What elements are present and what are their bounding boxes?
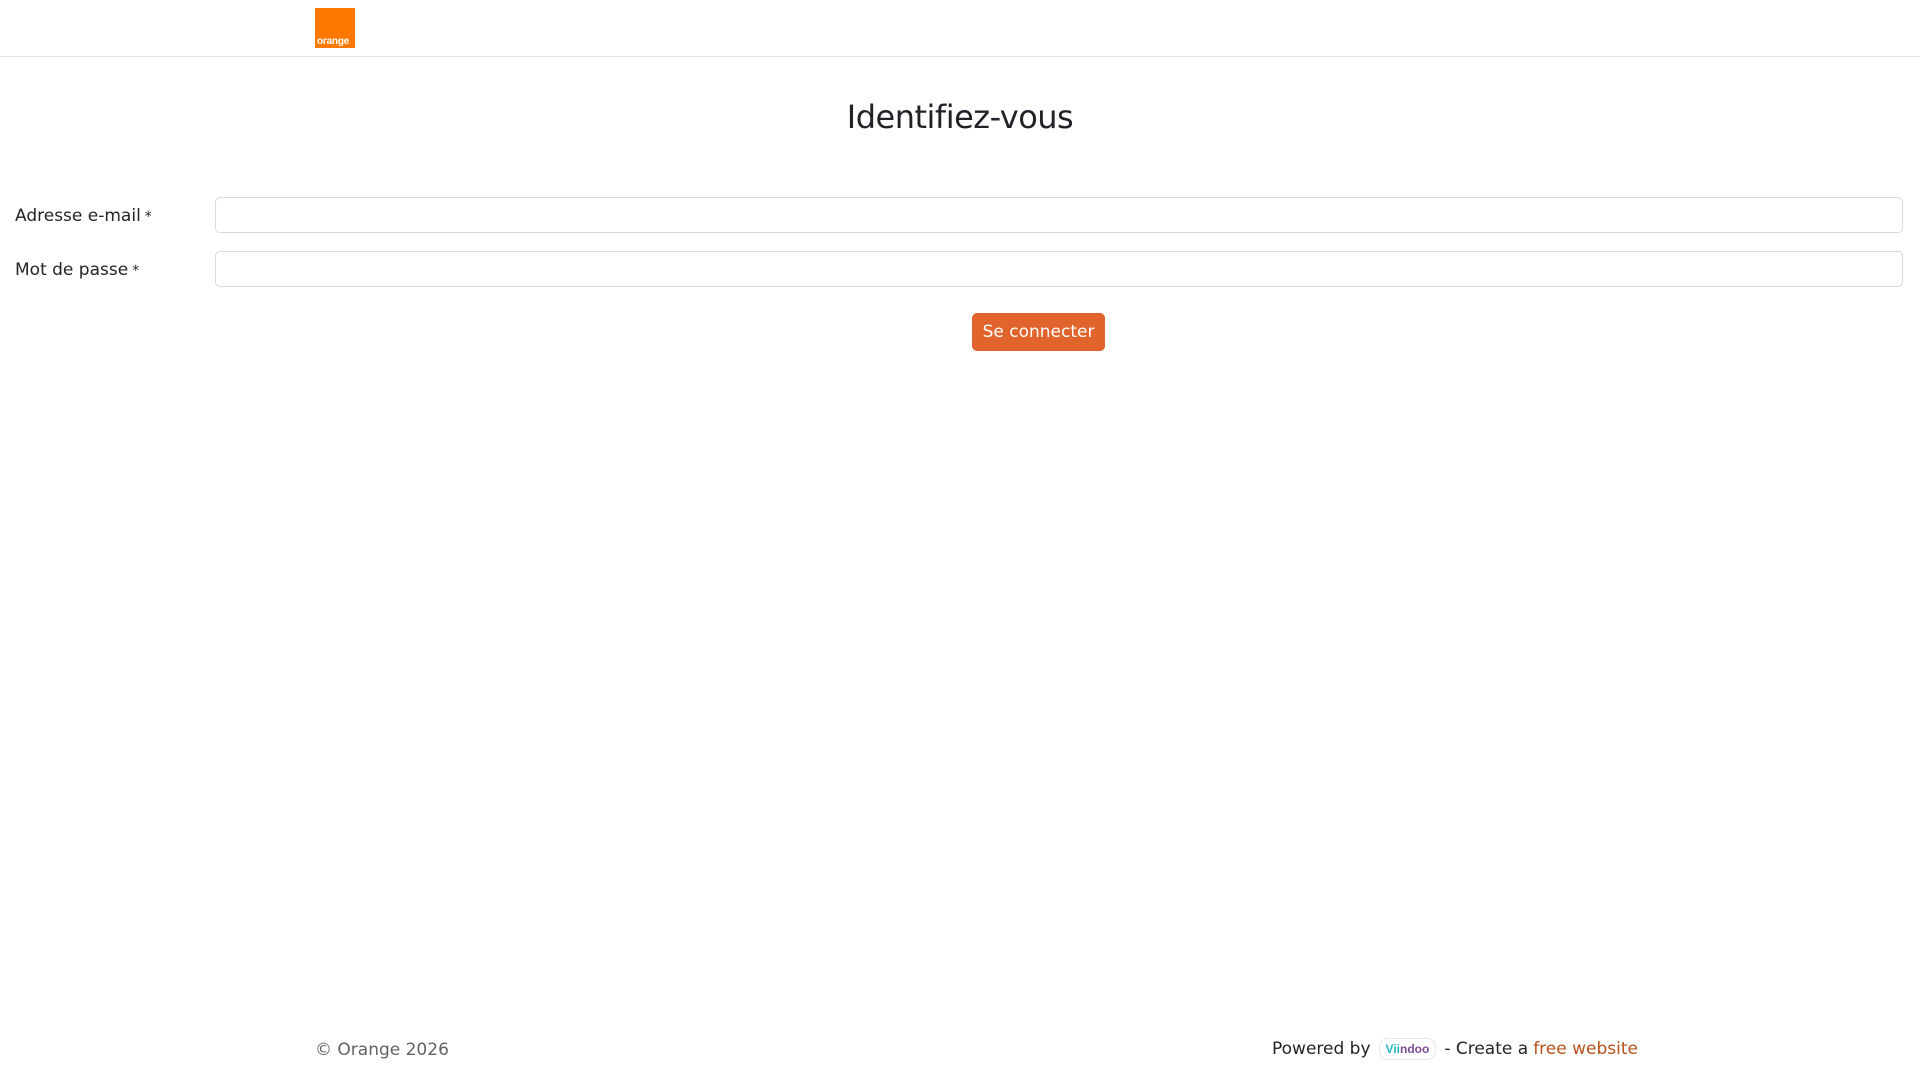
login-button[interactable]: Se connecter [972, 313, 1105, 351]
free-website-link[interactable]: free website [1533, 1039, 1638, 1059]
email-input[interactable] [215, 197, 1903, 233]
top-navbar: orange [0, 0, 1920, 57]
password-input[interactable] [215, 251, 1903, 287]
logo-text: orange [317, 36, 350, 47]
orange-logo-icon[interactable]: orange [315, 8, 355, 48]
page-title: Identifiez-vous [846, 98, 1074, 136]
email-label: Adresse e-mail * [15, 206, 152, 226]
email-label-text: Adresse e-mail [15, 206, 141, 226]
required-asterisk: * [132, 263, 140, 279]
create-text: - Create a [1444, 1039, 1529, 1059]
powered-by-text: Powered by [1272, 1039, 1371, 1059]
login-page: orange Identifiez-vous Adresse e-mail * M… [0, 0, 1920, 1080]
powered-by: Powered by Viindoo - Create a free websi… [1272, 1038, 1638, 1060]
required-asterisk: * [144, 209, 152, 225]
password-label-text: Mot de passe [15, 260, 129, 280]
password-label: Mot de passe * [15, 260, 139, 280]
copyright-text: © Orange 2026 [315, 1040, 449, 1060]
viindoo-logo-icon[interactable]: Viindoo [1378, 1038, 1437, 1060]
